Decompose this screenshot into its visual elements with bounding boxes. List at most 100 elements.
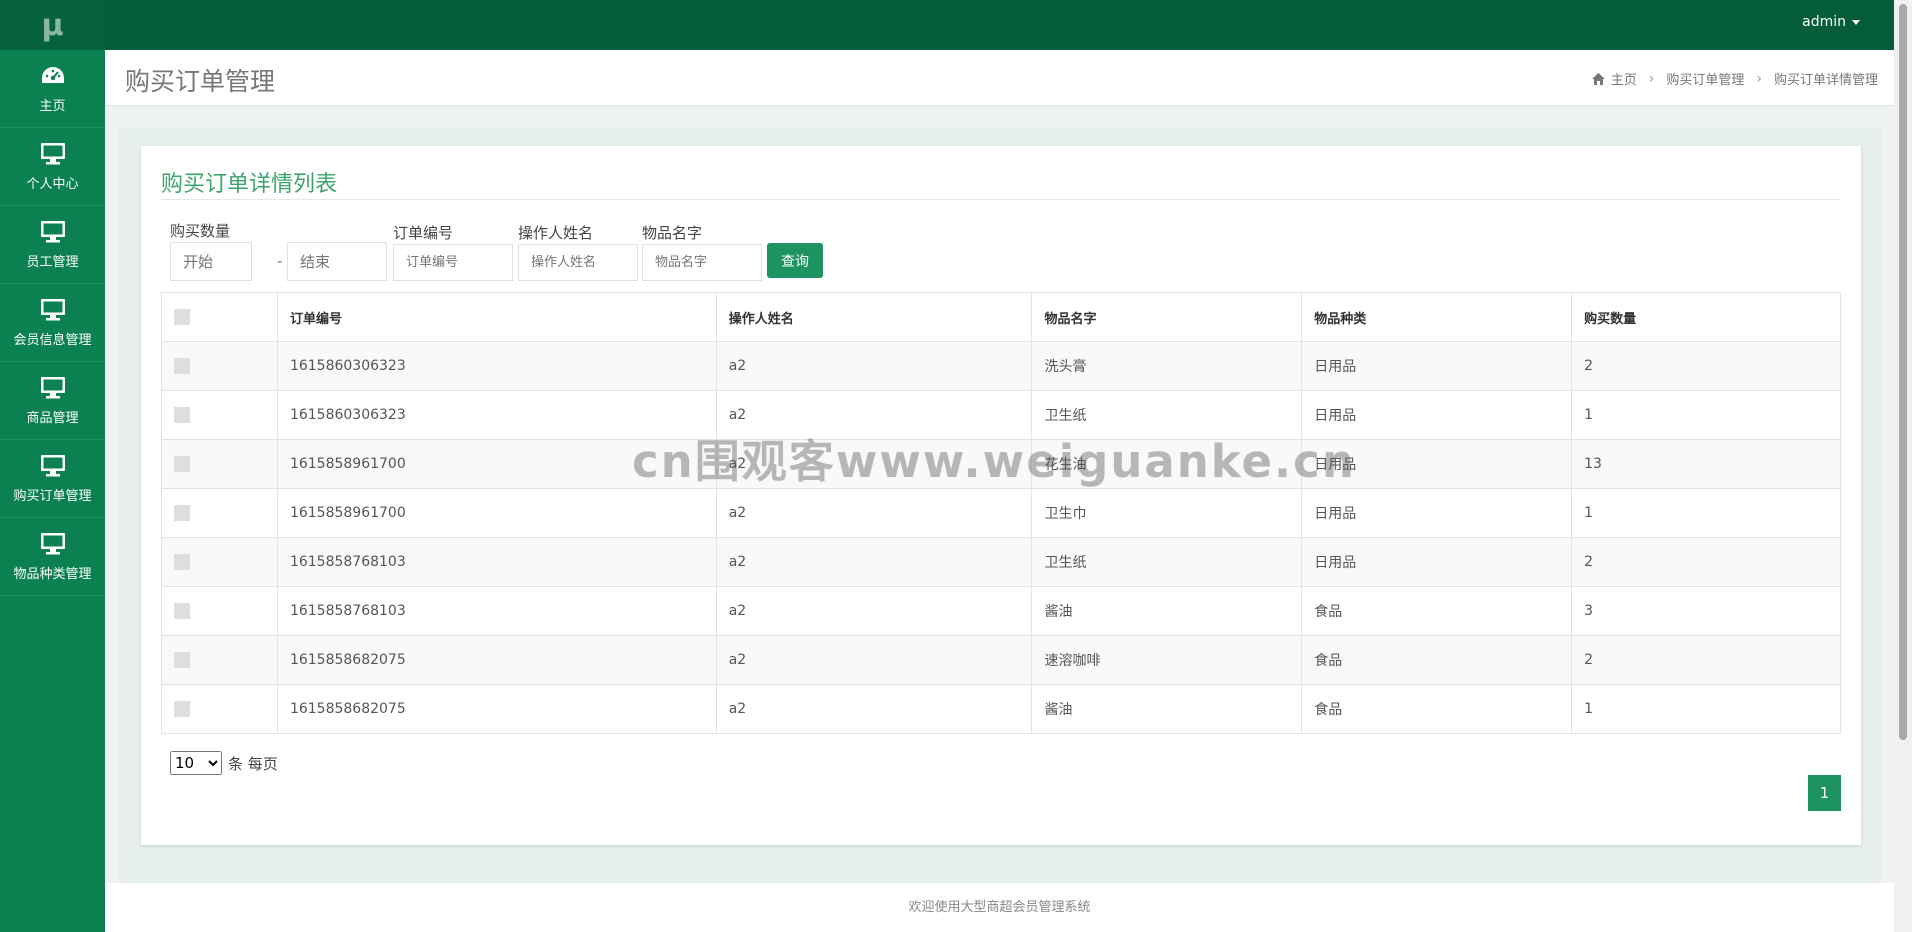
cell-item-type: 日用品 bbox=[1301, 341, 1573, 391]
breadcrumb-home[interactable]: 主页 bbox=[1611, 69, 1637, 88]
sidebar-item-label: 商品管理 bbox=[26, 410, 79, 426]
row-checkbox-cell bbox=[161, 390, 278, 440]
panel-title: 购买订单详情列表 bbox=[161, 172, 338, 197]
sidebar: μ 主页个人中心 员工管理会员信息管理 商品管理购买订单管理 物品种类管理 bbox=[0, 0, 105, 932]
item-label: 物品名字 bbox=[642, 224, 703, 242]
range-dash: - bbox=[277, 252, 283, 270]
page-header: 购买订单管理 主页 › 购买订单管理 › 购买订单详情管理 bbox=[105, 50, 1894, 106]
sidebar-item-label: 会员信息管理 bbox=[13, 332, 92, 348]
cell-item-name: 速溶咖啡 bbox=[1031, 635, 1303, 685]
page-title: 购买订单管理 bbox=[125, 67, 276, 96]
page-button-current[interactable]: 1 bbox=[1808, 775, 1841, 811]
cell-item-name: 卫生纸 bbox=[1031, 390, 1303, 440]
page-size-control: 10 条 每页 bbox=[170, 751, 278, 775]
column-header-quantity[interactable]: 购买数量 bbox=[1571, 292, 1841, 342]
monitor-icon bbox=[40, 376, 65, 398]
footer: 欢迎使用大型商超会员管理系统 bbox=[105, 883, 1894, 932]
row-checkbox[interactable] bbox=[174, 701, 190, 717]
table-row[interactable]: 1615858682075 a2 酱油 食品 1 bbox=[161, 684, 1841, 734]
column-header-item-name[interactable]: 物品名字 bbox=[1031, 292, 1303, 342]
table-row[interactable]: 1615860306323 a2 卫生纸 日用品 1 bbox=[161, 390, 1841, 440]
search-button[interactable]: 查询 bbox=[767, 243, 823, 278]
user-menu[interactable]: admin bbox=[1802, 14, 1860, 30]
list-panel: 购买订单详情列表 购买数量 - 订单编号 操作人姓名 物品名字 查询 bbox=[141, 146, 1861, 845]
row-checkbox-cell bbox=[161, 684, 278, 734]
row-checkbox[interactable] bbox=[174, 358, 190, 374]
order-no-label: 订单编号 bbox=[393, 224, 454, 242]
monitor-icon bbox=[40, 142, 65, 164]
cell-quantity: 1 bbox=[1571, 488, 1841, 538]
cell-operator: a2 bbox=[715, 439, 1033, 489]
page-size-select[interactable]: 10 bbox=[170, 751, 222, 775]
operator-input[interactable] bbox=[518, 244, 638, 281]
cell-item-name: 花生油 bbox=[1031, 439, 1303, 489]
table-row[interactable]: 1615858768103 a2 酱油 食品 3 bbox=[161, 586, 1841, 636]
sidebar-item-0[interactable]: 主页 bbox=[0, 50, 105, 128]
item-input[interactable] bbox=[642, 244, 762, 281]
column-header-operator[interactable]: 操作人姓名 bbox=[715, 292, 1033, 342]
sidebar-item-1[interactable]: 个人中心 bbox=[0, 128, 105, 206]
quantity-start-input[interactable] bbox=[170, 242, 252, 281]
page-scrollbar[interactable] bbox=[1894, 0, 1912, 932]
table-row[interactable]: 1615858961700 a2 花生油 日用品 13 bbox=[161, 439, 1841, 489]
cell-operator: a2 bbox=[715, 635, 1033, 685]
table-row[interactable]: 1615858682075 a2 速溶咖啡 食品 2 bbox=[161, 635, 1841, 685]
row-checkbox[interactable] bbox=[174, 603, 190, 619]
table-row[interactable]: 1615860306323 a2 洗头膏 日用品 2 bbox=[161, 341, 1841, 391]
breadcrumb-separator-icon: › bbox=[1648, 70, 1655, 87]
home-icon bbox=[1591, 72, 1605, 85]
quantity-label: 购买数量 bbox=[170, 222, 231, 240]
row-checkbox[interactable] bbox=[174, 652, 190, 668]
cell-item-type: 食品 bbox=[1301, 684, 1573, 734]
cell-order-no: 1615858682075 bbox=[276, 635, 717, 685]
column-header-order-no[interactable]: 订单编号 bbox=[276, 292, 717, 342]
breadcrumb-orders[interactable]: 购买订单管理 bbox=[1666, 69, 1744, 88]
row-checkbox[interactable] bbox=[174, 505, 190, 521]
monitor-icon bbox=[40, 298, 65, 320]
cell-item-name: 酱油 bbox=[1031, 586, 1303, 636]
cell-order-no: 1615858768103 bbox=[276, 537, 717, 587]
sidebar-item-2[interactable]: 员工管理 bbox=[0, 206, 105, 284]
cell-order-no: 1615858768103 bbox=[276, 586, 717, 636]
monitor-icon bbox=[40, 220, 65, 242]
quantity-end-input[interactable] bbox=[287, 242, 387, 281]
topbar: admin bbox=[105, 0, 1894, 50]
cell-item-name: 卫生纸 bbox=[1031, 537, 1303, 587]
table-row[interactable]: 1615858768103 a2 卫生纸 日用品 2 bbox=[161, 537, 1841, 587]
cell-quantity: 2 bbox=[1571, 537, 1841, 587]
table-header-row: 订单编号 操作人姓名 物品名字 物品种类 购买数量 bbox=[161, 292, 1841, 342]
cell-order-no: 1615858682075 bbox=[276, 684, 717, 734]
row-checkbox-cell bbox=[161, 341, 278, 391]
dashboard-icon bbox=[41, 66, 64, 83]
column-header-item-type[interactable]: 物品种类 bbox=[1301, 292, 1573, 342]
sidebar-item-5[interactable]: 购买订单管理 bbox=[0, 440, 105, 518]
operator-label: 操作人姓名 bbox=[518, 224, 594, 242]
row-checkbox-cell bbox=[161, 635, 278, 685]
sidebar-item-label: 主页 bbox=[39, 98, 66, 114]
row-checkbox[interactable] bbox=[174, 407, 190, 423]
scrollbar-thumb[interactable] bbox=[1899, 4, 1907, 740]
cell-order-no: 1615858961700 bbox=[276, 439, 717, 489]
brand-logo[interactable]: μ bbox=[0, 0, 105, 50]
table-row[interactable]: 1615858961700 a2 卫生巾 日用品 1 bbox=[161, 488, 1841, 538]
order-no-input[interactable] bbox=[393, 244, 513, 281]
row-checkbox[interactable] bbox=[174, 456, 190, 472]
sidebar-nav: 主页个人中心 员工管理会员信息管理 商品管理购买订单管理 物品种类管理 bbox=[0, 50, 105, 596]
sidebar-item-4[interactable]: 商品管理 bbox=[0, 362, 105, 440]
cell-item-type: 食品 bbox=[1301, 586, 1573, 636]
sidebar-item-6[interactable]: 物品种类管理 bbox=[0, 518, 105, 596]
select-all-checkbox[interactable] bbox=[174, 309, 190, 325]
cell-order-no: 1615860306323 bbox=[276, 390, 717, 440]
table-body: 1615860306323 a2 洗头膏 日用品 2 1615860306323 a2 卫生纸… bbox=[161, 341, 1841, 734]
sidebar-item-3[interactable]: 会员信息管理 bbox=[0, 284, 105, 362]
cell-operator: a2 bbox=[715, 586, 1033, 636]
page-size-suffix: 条 每页 bbox=[228, 754, 278, 773]
cell-operator: a2 bbox=[715, 488, 1033, 538]
cell-operator: a2 bbox=[715, 537, 1033, 587]
cell-item-name: 卫生巾 bbox=[1031, 488, 1303, 538]
row-checkbox[interactable] bbox=[174, 554, 190, 570]
user-name: admin bbox=[1802, 14, 1846, 30]
cell-quantity: 1 bbox=[1571, 390, 1841, 440]
cell-quantity: 13 bbox=[1571, 439, 1841, 489]
cell-item-type: 食品 bbox=[1301, 635, 1573, 685]
